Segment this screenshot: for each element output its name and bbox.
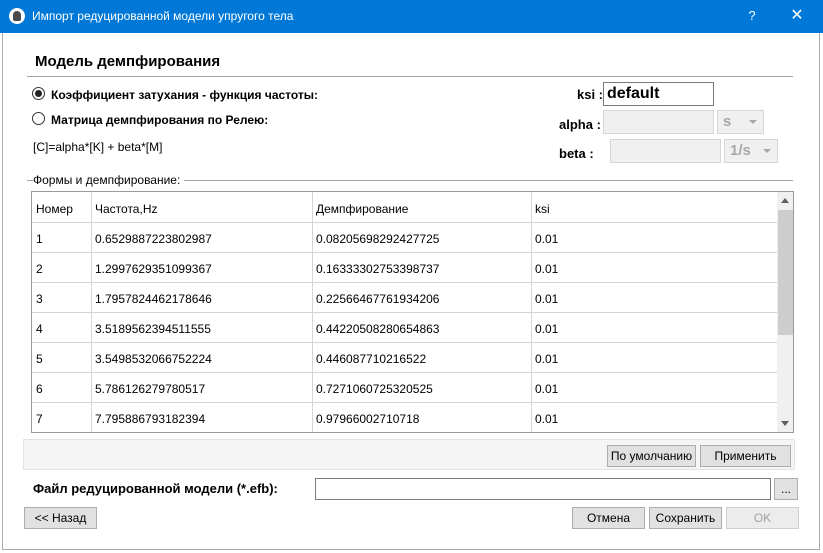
back-button[interactable]: << Назад [24, 507, 97, 529]
row-number-cell: 7 [36, 412, 43, 426]
file-path-input[interactable] [315, 478, 771, 500]
row-ksi-cell: 0.01 [535, 322, 559, 336]
row-number-cell: 3 [36, 292, 43, 306]
row-frequency-cell: 7.795886793182394 [95, 412, 206, 426]
row-ksi-cell: 0.01 [535, 412, 559, 426]
table-row[interactable]: 4 3.5189562394511555 0.44220508280654863 0.… [32, 313, 777, 343]
beta-label: beta : [559, 146, 594, 161]
window-title: Импорт редуцированной модели упругого те… [32, 9, 294, 23]
scroll-thumb[interactable] [778, 210, 793, 335]
ksi-label: ksi : [577, 87, 604, 102]
apply-button[interactable]: Применить [700, 445, 791, 467]
row-number-cell: 2 [36, 262, 43, 276]
row-divider [32, 432, 777, 433]
alpha-unit-value: s [723, 113, 732, 130]
row-number-cell: 6 [36, 382, 43, 396]
column-header-number: Номер [36, 202, 73, 216]
radio-frequency-damping[interactable] [32, 87, 45, 100]
row-number-cell: 5 [36, 352, 43, 366]
alpha-unit-select[interactable]: s [717, 110, 764, 134]
scroll-down-icon[interactable] [781, 421, 789, 426]
row-frequency-cell: 1.2997629351099367 [95, 262, 212, 276]
alpha-input[interactable] [603, 110, 714, 134]
alpha-label: alpha : [559, 117, 601, 132]
save-button[interactable]: Сохранить [649, 507, 722, 529]
row-damping-cell: 0.7271060725320525 [316, 382, 433, 396]
column-header-ksi: ksi [535, 202, 550, 216]
beta-unit-value: 1/s [730, 142, 751, 159]
ok-button[interactable]: OK [726, 507, 799, 529]
help-button[interactable]: ? [739, 3, 765, 29]
row-frequency-cell: 0.6529887223802987 [95, 232, 212, 246]
table-header: Номер Частота,Hz Демпфирование ksi [32, 192, 777, 223]
chevron-down-icon [763, 149, 771, 153]
row-damping-cell: 0.44220508280654863 [316, 322, 440, 336]
row-number-cell: 1 [36, 232, 43, 246]
row-ksi-cell: 0.01 [535, 352, 559, 366]
beta-input[interactable] [610, 139, 721, 163]
row-frequency-cell: 3.5189562394511555 [95, 322, 211, 336]
row-frequency-cell: 1.7957824462178646 [95, 292, 212, 306]
beta-unit-select[interactable]: 1/s [724, 139, 778, 163]
row-ksi-cell: 0.01 [535, 262, 559, 276]
table-row[interactable]: 3 1.7957824462178646 0.22566467761934206 0.… [32, 283, 777, 313]
chevron-down-icon [749, 120, 757, 124]
modes-table[interactable]: Номер Частота,Hz Демпфирование ksi 1 0.65… [31, 191, 794, 433]
row-ksi-cell: 0.01 [535, 292, 559, 306]
row-ksi-cell: 0.01 [535, 382, 559, 396]
row-frequency-cell: 3.5498532066752224 [95, 352, 212, 366]
column-header-frequency: Частота,Hz [95, 202, 158, 216]
section-divider [27, 76, 793, 77]
ksi-input[interactable] [603, 82, 714, 106]
table-row[interactable]: 6 5.786126279780517 0.7271060725320525 0.01 [32, 373, 777, 403]
table-row[interactable]: 1 0.6529887223802987 0.08205698292427725 0.… [32, 223, 777, 253]
row-frequency-cell: 5.786126279780517 [95, 382, 206, 396]
title-bar: Импорт редуцированной модели упругого те… [0, 0, 823, 33]
cancel-button[interactable]: Отмена [572, 507, 645, 529]
close-button[interactable]: ✕ [784, 3, 810, 29]
scroll-up-icon[interactable] [781, 198, 789, 203]
app-logo-icon [9, 8, 25, 24]
row-damping-cell: 0.97966002710718 [316, 412, 420, 426]
table-row[interactable]: 7 7.795886793182394 0.97966002710718 0.01 [32, 403, 777, 432]
rayleigh-formula: [C]=alpha*[K] + beta*[M] [33, 140, 163, 154]
table-row[interactable]: 2 1.2997629351099367 0.16333302753398737 0.… [32, 253, 777, 283]
radio-rayleigh-damping-label[interactable]: Матрица демпфирования по Релею: [51, 113, 268, 127]
row-number-cell: 4 [36, 322, 43, 336]
table-scrollbar[interactable] [777, 192, 793, 432]
column-header-damping: Демпфирование [316, 202, 409, 216]
row-ksi-cell: 0.01 [535, 232, 559, 246]
row-damping-cell: 0.446087710216522 [316, 352, 427, 366]
radio-frequency-damping-label[interactable]: Коэффициент затухания - функция частоты: [51, 88, 318, 102]
modes-group-label: Формы и демпфирование: [33, 173, 185, 187]
row-damping-cell: 0.16333302753398737 [316, 262, 440, 276]
file-label: Файл редуцированной модели (*.efb): [33, 481, 278, 496]
section-title: Модель демпфирования [35, 53, 221, 70]
browse-button[interactable]: ... [774, 478, 798, 500]
table-row[interactable]: 5 3.5498532066752224 0.446087710216522 0.01 [32, 343, 777, 373]
row-damping-cell: 0.22566467761934206 [316, 292, 440, 306]
row-damping-cell: 0.08205698292427725 [316, 232, 440, 246]
radio-rayleigh-damping[interactable] [32, 112, 45, 125]
defaults-button[interactable]: По умолчанию [607, 445, 696, 467]
